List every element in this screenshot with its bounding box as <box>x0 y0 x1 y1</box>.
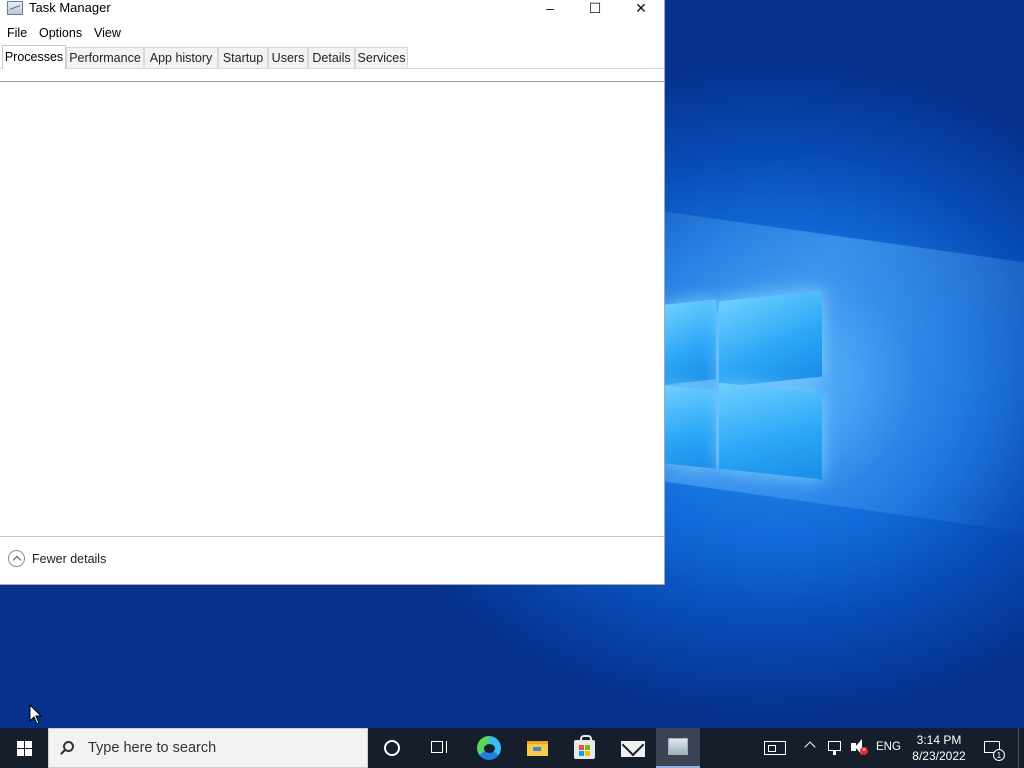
tab-strip: Processes Performance App history Startu… <box>0 45 664 69</box>
close-button[interactable]: ✕ <box>618 0 664 18</box>
menu-view[interactable]: View <box>94 24 121 42</box>
clock-time: 3:14 PM <box>916 733 962 747</box>
file-explorer-taskbar-button[interactable] <box>514 728 560 768</box>
language-indicator[interactable]: ENG <box>876 741 901 753</box>
tab-services[interactable]: Services <box>355 47 408 68</box>
store-taskbar-button[interactable] <box>562 728 608 768</box>
news-icon <box>764 741 786 755</box>
start-button[interactable] <box>0 728 48 768</box>
tab-details[interactable]: Details <box>308 47 355 68</box>
volume-tray-button[interactable]: × <box>848 728 872 768</box>
network-tray-button[interactable] <box>824 728 848 768</box>
task-manager-window: Task Manager – ☐ ✕ File Options View Pro… <box>0 0 665 585</box>
taskbar-search-box[interactable]: Type here to search <box>48 728 368 768</box>
taskbar: Type here to search × ENG 3:14 PM 8/23/2… <box>0 728 1024 768</box>
menu-file[interactable]: File <box>7 24 27 42</box>
task-view-icon <box>431 741 443 753</box>
clock[interactable]: 3:14 PM 8/23/2022 <box>904 732 974 764</box>
tab-app-history[interactable]: App history <box>144 47 218 68</box>
action-center-button[interactable]: 1 <box>978 728 1008 768</box>
fewer-details-label: Fewer details <box>32 552 107 566</box>
tab-startup[interactable]: Startup <box>218 47 268 68</box>
mail-taskbar-button[interactable] <box>610 728 656 768</box>
title-bar[interactable]: Task Manager – ☐ ✕ <box>0 0 664 18</box>
task-view-button[interactable] <box>418 728 462 768</box>
task-manager-taskbar-button[interactable] <box>656 728 700 768</box>
mail-icon <box>621 741 645 757</box>
tab-users[interactable]: Users <box>268 47 308 68</box>
cortana-icon <box>384 740 400 756</box>
news-and-interests-button[interactable] <box>756 728 796 768</box>
notification-count-badge: 1 <box>993 749 1005 761</box>
processes-panel <box>0 81 664 537</box>
chevron-up-icon <box>8 550 25 567</box>
store-icon <box>574 735 595 759</box>
cortana-button[interactable] <box>370 728 414 768</box>
chevron-up-icon <box>804 741 816 753</box>
search-placeholder: Type here to search <box>88 740 217 756</box>
file-explorer-icon <box>527 741 548 756</box>
show-hidden-icons-button[interactable] <box>800 728 822 768</box>
edge-icon <box>477 736 501 760</box>
maximize-button[interactable]: ☐ <box>572 0 618 18</box>
windows-logo-wallpaper <box>664 288 824 482</box>
speaker-muted-icon <box>851 739 862 755</box>
minimize-button[interactable]: – <box>527 0 573 18</box>
tab-processes[interactable]: Processes <box>2 45 66 69</box>
network-icon <box>828 741 841 751</box>
search-icon <box>63 741 74 752</box>
task-manager-icon <box>7 1 23 15</box>
window-title: Task Manager <box>29 0 111 15</box>
show-desktop-button[interactable] <box>1018 728 1024 768</box>
tab-performance[interactable]: Performance <box>66 47 144 68</box>
task-manager-icon <box>668 738 688 755</box>
menu-options[interactable]: Options <box>39 24 82 42</box>
edge-taskbar-button[interactable] <box>466 728 512 768</box>
clock-date: 8/23/2022 <box>912 749 966 763</box>
